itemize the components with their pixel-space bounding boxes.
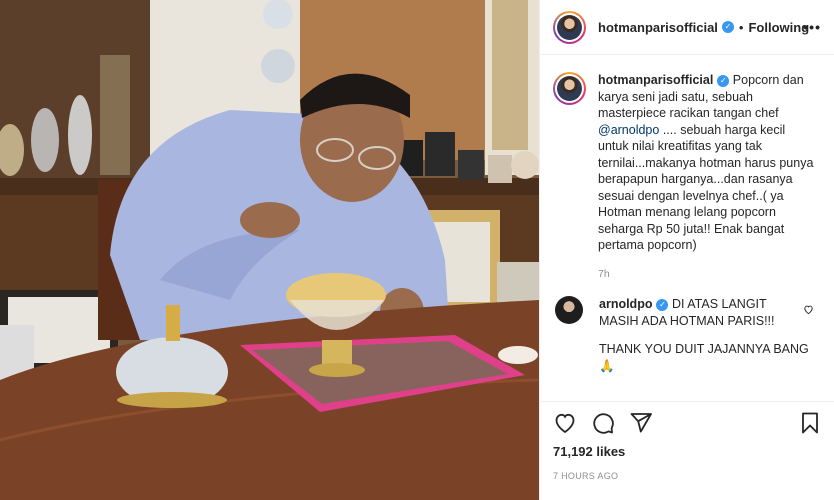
verified-badge-icon: ✓ bbox=[721, 21, 734, 33]
commenter-avatar[interactable] bbox=[555, 296, 583, 324]
comments-section: hotmanparisofficial ✓ Popcorn dan karya s… bbox=[540, 56, 834, 401]
verified-badge-icon: ✓ bbox=[656, 298, 669, 311]
comment-like-heart-icon[interactable] bbox=[803, 304, 814, 315]
verified-badge-icon: ✓ bbox=[717, 74, 730, 87]
comment-text-line2: THANK YOU DUIT JAJANNYA BANG 🙏 bbox=[599, 342, 809, 373]
post-photo[interactable] bbox=[0, 0, 539, 500]
comment-body: arnoldpo ✓ DI ATAS LANGIT MASIH ADA HOTMA… bbox=[599, 296, 809, 374]
caption-mention-link[interactable]: @arnoldpo bbox=[598, 123, 659, 137]
author-username[interactable]: hotmanparisofficial bbox=[598, 20, 718, 35]
action-icons-row bbox=[553, 402, 822, 444]
caption-text-after: .... sebuah harga kecil untuk nilai krea… bbox=[598, 122, 814, 253]
separator-dot: • bbox=[738, 19, 744, 35]
commenter-username[interactable]: arnoldpo bbox=[599, 297, 652, 311]
caption-username[interactable]: hotmanparisofficial bbox=[598, 73, 713, 87]
bookmark-icon[interactable] bbox=[798, 411, 822, 435]
paper-plane-icon[interactable] bbox=[629, 411, 653, 435]
author-avatar[interactable] bbox=[553, 10, 586, 44]
comment-item: arnoldpo ✓ DI ATAS LANGIT MASIH ADA HOTMA… bbox=[553, 296, 822, 374]
post-actions: 71,192 likes 7 HOURS AGO bbox=[540, 401, 834, 500]
likes-count[interactable]: 71,192 likes bbox=[553, 444, 822, 459]
caption-body: hotmanparisofficial ✓ Popcorn dan karya s… bbox=[598, 72, 816, 282]
photo-illustration bbox=[0, 0, 539, 500]
post-caption: hotmanparisofficial ✓ Popcorn dan karya s… bbox=[553, 72, 822, 282]
post-time-ago[interactable]: 7 HOURS AGO bbox=[553, 471, 822, 481]
more-options-icon[interactable]: ••• bbox=[803, 19, 821, 35]
following-button[interactable]: Following bbox=[748, 20, 809, 35]
post-side-panel: hotmanparisofficial ✓ • Following ••• ho… bbox=[539, 0, 834, 500]
caption-avatar[interactable] bbox=[553, 72, 586, 105]
post-header: hotmanparisofficial ✓ • Following ••• bbox=[540, 0, 834, 55]
comment-bubble-icon[interactable] bbox=[591, 411, 615, 435]
heart-icon[interactable] bbox=[553, 411, 577, 435]
caption-timestamp[interactable]: 7h bbox=[598, 266, 816, 283]
